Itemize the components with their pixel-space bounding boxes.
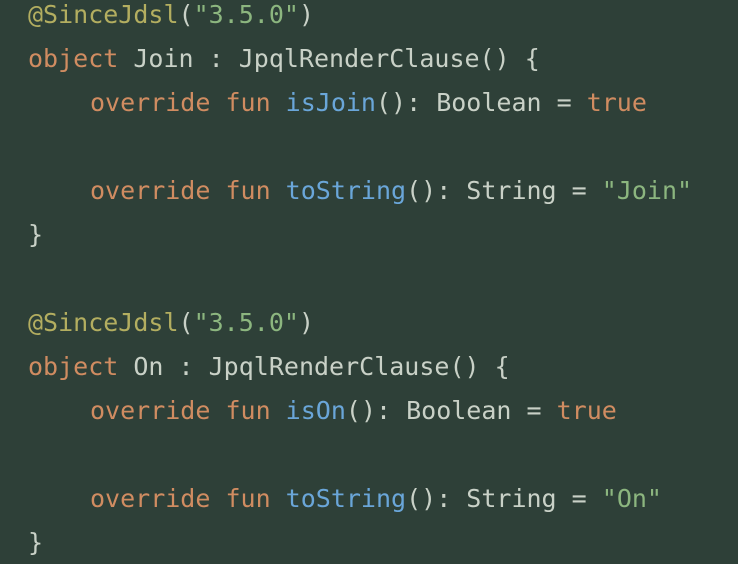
code-line-annotation-join: @SinceJdsl("3.5.0") <box>28 0 314 30</box>
code-line-object-on: object On : JpqlRenderClause() { <box>28 352 510 382</box>
paren-token: ) <box>298 308 314 337</box>
annotation-token: @SinceJdsl <box>28 308 179 337</box>
brace-token: } <box>28 528 44 557</box>
boolean-literal-token: true <box>586 88 647 117</box>
code-line-close-brace-join: } <box>28 220 43 250</box>
keyword-token: override fun <box>90 176 286 205</box>
paren-token: ( <box>178 308 194 337</box>
code-line-close-brace-on: } <box>28 528 43 558</box>
code-line-tostring-join: override fun toString(): String = "Join" <box>90 176 692 206</box>
paren-token: ( <box>178 0 194 29</box>
keyword-token: override fun <box>90 396 286 425</box>
keyword-token: object <box>28 44 119 73</box>
function-name-token: toString <box>285 484 407 513</box>
annotation-token: @SinceJdsl <box>28 0 179 29</box>
keyword-token: override fun <box>90 484 286 513</box>
signature-token: (): Boolean = <box>345 396 557 425</box>
keyword-token: override fun <box>90 88 286 117</box>
signature-token: (): String = <box>406 484 602 513</box>
function-name-token: isJoin <box>285 88 376 117</box>
string-token: "On" <box>601 484 662 513</box>
signature-token: (): Boolean = <box>375 88 587 117</box>
string-token: "Join" <box>601 176 693 205</box>
function-name-token: isOn <box>285 396 346 425</box>
string-token: "3.5.0" <box>193 0 299 29</box>
brace-token: } <box>28 220 44 249</box>
paren-token: ) <box>298 0 314 29</box>
identifier-token: On <box>118 352 179 381</box>
code-line-object-join: object Join : JpqlRenderClause() { <box>28 44 540 74</box>
keyword-token: object <box>28 352 119 381</box>
code-line-isjoin: override fun isJoin(): Boolean = true <box>90 88 647 118</box>
string-token: "3.5.0" <box>193 308 299 337</box>
code-line-ison: override fun isOn(): Boolean = true <box>90 396 617 426</box>
signature-token: (): String = <box>406 176 602 205</box>
code-editor[interactable]: @SinceJdsl("3.5.0") object Join : JpqlRe… <box>0 0 738 564</box>
supertype-token: : JpqlRenderClause() { <box>208 44 540 73</box>
code-line-annotation-on: @SinceJdsl("3.5.0") <box>28 308 314 338</box>
code-line-tostring-on: override fun toString(): String = "On" <box>90 484 662 514</box>
function-name-token: toString <box>285 176 407 205</box>
boolean-literal-token: true <box>556 396 617 425</box>
identifier-token: Join <box>118 44 209 73</box>
supertype-token: : JpqlRenderClause() { <box>178 352 510 381</box>
